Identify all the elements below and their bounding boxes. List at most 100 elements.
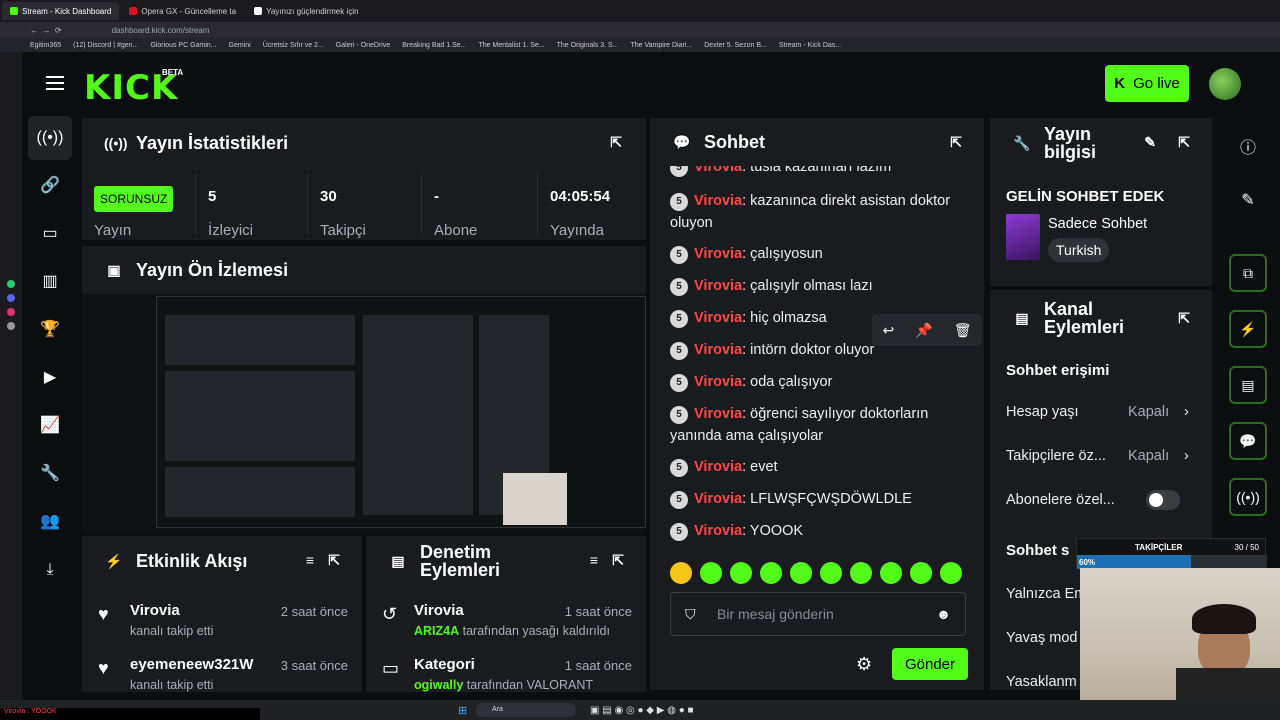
menu-icon[interactable]	[46, 76, 64, 90]
nav-users-icon[interactable]: 👥	[40, 512, 60, 532]
chat-messages[interactable]: 5 Virovia: tusla kazanırları lazım 5 Virov…	[650, 164, 988, 544]
discord-icon[interactable]	[7, 294, 15, 302]
chat-message[interactable]: 5 Virovia: çalışıyosun	[670, 243, 970, 265]
nav-video-icon[interactable]: ▶	[40, 368, 60, 388]
chat-message[interactable]: 5 Virovia: çalışıylr olması lazı	[670, 275, 970, 297]
followers-only-setting[interactable]: Takipçilere öz... Kapalı ›	[1006, 448, 1196, 464]
chat-settings-gear-icon[interactable]: ⚙	[856, 654, 872, 675]
nav-stream-icon[interactable]: ((•))	[28, 116, 72, 160]
rail-document-icon[interactable]: ▤	[1229, 366, 1267, 404]
nav-download-icon[interactable]: ⤓	[40, 560, 60, 580]
nav-trophy-icon[interactable]: 🏆	[40, 320, 60, 340]
bookmark[interactable]: Ücretsiz Sıfır ve 2...	[263, 42, 324, 49]
bookmark[interactable]: Stream - Kick Das...	[779, 42, 841, 49]
address-bar[interactable]: ← → ⟳ dashboard.kick.com/stream	[0, 22, 1280, 38]
reload-icon[interactable]: ⟳	[55, 26, 62, 35]
edit-icon[interactable]: ✎	[1144, 134, 1156, 151]
go-live-button[interactable]: K Go live	[1105, 65, 1189, 102]
rail-broadcast-icon[interactable]: ((•))	[1229, 478, 1267, 516]
chat-message[interactable]: 5 Virovia: tusla kazanırları lazım	[670, 164, 970, 178]
bookmark[interactable]: The Vampire Diari...	[631, 42, 693, 49]
instagram-icon[interactable]	[7, 308, 15, 316]
popout-icon[interactable]: ⇱	[1178, 134, 1190, 151]
chat-username[interactable]: Virovia	[694, 406, 742, 422]
bookmark[interactable]: Glorious PC Gamin...	[150, 42, 216, 49]
bookmark[interactable]: (12) Discord | #gen...	[73, 42, 138, 49]
taskbar-app-icons[interactable]: ▣ ▤ ◉ ◎ ● ◆ ▶ ◍ ● ■	[590, 705, 694, 716]
chat-username[interactable]: Virovia	[694, 523, 742, 539]
x-icon[interactable]	[7, 322, 15, 330]
chat-message[interactable]: 5 Virovia: kazanınca direkt asistan dokto…	[670, 190, 970, 234]
nav-chart-icon[interactable]: ▥	[40, 272, 60, 292]
emote-icon[interactable]	[700, 562, 722, 584]
nav-window-icon[interactable]: ▭	[40, 224, 60, 244]
back-icon[interactable]: ←	[30, 26, 38, 35]
chat-username[interactable]: Virovia	[694, 491, 742, 507]
taskbar-search[interactable]: Ara	[476, 703, 576, 717]
bookmark[interactable]: Dexter 5. Sezon B...	[704, 42, 767, 49]
chat-username[interactable]: Virovia	[694, 374, 742, 390]
nav-wrench-icon[interactable]: 🔧	[40, 464, 60, 484]
chat-username[interactable]: Virovia	[694, 342, 742, 358]
filter-icon[interactable]: ≡	[306, 552, 314, 568]
nav-link-icon[interactable]: 🔗	[40, 176, 60, 196]
emote-icon[interactable]	[760, 562, 782, 584]
rail-chat-icon[interactable]: 💬	[1229, 422, 1267, 460]
stream-category[interactable]: Sadece Sohbet	[1048, 216, 1147, 232]
account-age-setting[interactable]: Hesap yaşı Kapalı ›	[1006, 404, 1196, 420]
bookmark[interactable]: The Mentalist 1. Se...	[478, 42, 544, 49]
subscribers-only-toggle[interactable]	[1146, 490, 1180, 510]
popout-icon[interactable]: ⇱	[612, 552, 624, 569]
stream-preview-video[interactable]	[156, 296, 646, 528]
emoji-icon[interactable]: ☻	[936, 606, 951, 622]
emote-icon[interactable]	[730, 562, 752, 584]
moderation-user[interactable]: Virovia	[414, 602, 464, 619]
send-button[interactable]: Gönder	[892, 648, 968, 680]
chat-message[interactable]: 5 Virovia: YOOOK	[670, 520, 970, 542]
rail-screenshot-icon[interactable]: ⧉	[1229, 254, 1267, 292]
moderation-user[interactable]: Kategori	[414, 656, 475, 673]
emote-icon[interactable]	[910, 562, 932, 584]
rail-lightning-icon[interactable]: ⚡	[1229, 310, 1267, 348]
activity-user[interactable]: eyemeneew321W	[130, 656, 253, 673]
sidebar-app-icon[interactable]	[7, 280, 15, 288]
emote-icon[interactable]	[850, 562, 872, 584]
popout-icon[interactable]: ⇱	[950, 134, 962, 151]
chat-message[interactable]: 5 Virovia: oda çalışıyor	[670, 371, 970, 393]
bookmark[interactable]: Galeri - OneDrive	[336, 42, 390, 49]
chat-input[interactable]: ⛉ Bir mesaj gönderin ☻	[670, 592, 966, 636]
bookmark[interactable]: Egitim365	[30, 42, 61, 49]
bookmark[interactable]: The Originals 3. S...	[557, 42, 619, 49]
bookmark[interactable]: Breaking Bad 1.Se...	[402, 42, 466, 49]
chat-username[interactable]: Virovia	[694, 310, 742, 326]
chat-message[interactable]: 5 Virovia: öğrenci sayılıyor doktorların …	[670, 403, 970, 447]
bookmark[interactable]: Gemini	[229, 42, 251, 49]
browser-tab-kick[interactable]: Stream - Kick Dashboard	[2, 2, 120, 20]
emote-icon[interactable]	[880, 562, 902, 584]
browser-tab-opera[interactable]: Opera GX - Güncelleme ta	[121, 2, 244, 20]
emote-icon[interactable]	[670, 562, 692, 584]
filter-icon[interactable]: ≡	[590, 552, 598, 568]
category-thumbnail[interactable]	[1006, 214, 1040, 260]
popout-icon[interactable]: ⇱	[328, 552, 340, 569]
shield-icon[interactable]: ⛉	[685, 606, 696, 623]
chat-username[interactable]: Virovia	[694, 278, 742, 294]
emote-icon[interactable]	[790, 562, 812, 584]
chat-message[interactable]: 5 Virovia: evet	[670, 456, 970, 478]
browser-tab-boost[interactable]: Yayınızı güçlendirmek için	[246, 2, 366, 20]
pin-icon[interactable]: 📌	[915, 322, 932, 339]
emote-icon[interactable]	[940, 562, 962, 584]
avatar[interactable]	[1209, 68, 1241, 100]
chat-username[interactable]: Virovia	[694, 193, 742, 209]
chat-username[interactable]: Virovia	[694, 246, 742, 262]
reply-icon[interactable]: ↩	[883, 322, 895, 339]
popout-icon[interactable]: ⇱	[610, 134, 622, 151]
activity-user[interactable]: Virovia	[130, 602, 180, 619]
edit-layout-icon[interactable]: ✎	[1238, 190, 1258, 210]
url-text[interactable]: dashboard.kick.com/stream	[112, 26, 210, 35]
info-icon[interactable]: ⓘ	[1238, 134, 1258, 158]
nav-analytics-icon[interactable]: 📈	[40, 416, 60, 436]
delete-icon[interactable]: 🗑	[954, 322, 972, 339]
windows-start-icon[interactable]: ⊞	[458, 704, 467, 717]
chat-username[interactable]: Virovia	[694, 459, 742, 475]
